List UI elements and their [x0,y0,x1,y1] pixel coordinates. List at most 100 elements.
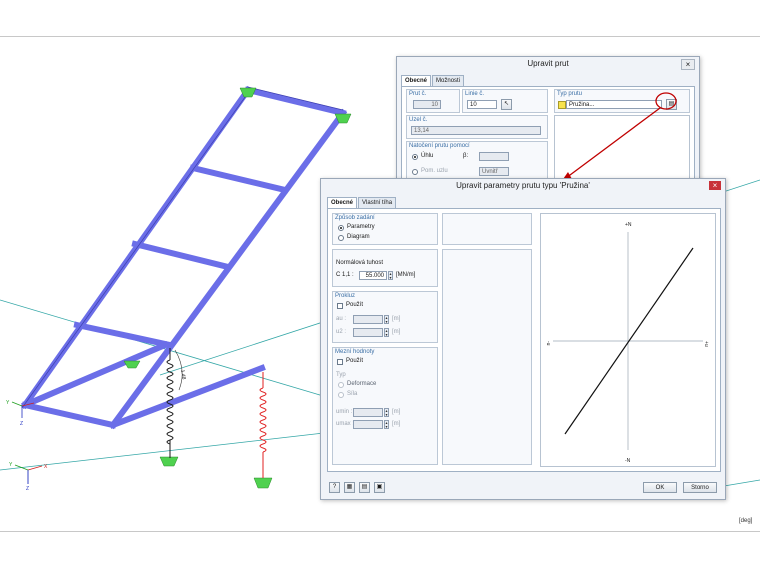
rotation-angle-radio[interactable] [412,154,418,160]
slack-u2-input[interactable] [353,328,383,337]
node-axis-y-label: Y [6,400,10,406]
dialog-title: Upravit parametry prutu typu 'Pružina' [456,181,590,190]
slack-u2-spinner[interactable]: ▴ ▾ [384,328,389,337]
limit-values-group: Mezní hodnoty Použít Typ Deformace Síla … [332,347,438,465]
tab-self-weight[interactable]: Vlastní tíha [358,197,397,208]
stiffness-label: Normálová tuhost [336,260,384,266]
tab-general[interactable]: Obecné [327,197,358,208]
member-no-field: 10 [413,100,441,109]
tab-general[interactable]: Obecné [401,75,432,86]
parameters-radio[interactable] [338,225,344,231]
rotation-label: Natočení prutu pomocí [409,143,470,149]
tab-content: Prut č. 10 Linie č. 10 ↖ Typ prutu Pruži… [401,86,695,187]
spring-diagram: +N -N -u +u [540,213,716,467]
slack-u2-label: u2 : [336,329,347,335]
limit-umax-spinner[interactable]: ▴ ▾ [384,420,389,429]
n-plus-label: +N [625,222,632,228]
close-button[interactable]: × [681,59,695,70]
limit-force-label: Síla [347,391,358,397]
tab-content: Způsob zadání Parametry Diagram Normálov… [327,208,721,472]
details-button[interactable]: ▦ [344,482,355,493]
tab-bar: Obecné Vlastní tíha [327,197,397,208]
tab-options[interactable]: Možnosti [432,75,465,86]
stiffness-unit: [MN/m] [396,272,416,278]
rotation-help-radio[interactable] [412,169,418,175]
input-method-group: Způsob zadání Parametry Diagram [332,213,438,245]
line-no-label: Linie č. [465,91,485,97]
limit-deformation-radio[interactable] [338,382,344,388]
rotation-angle-label: Úhlu [421,153,434,159]
limit-umax-input[interactable] [353,420,383,429]
open-button[interactable]: ▤ [359,482,370,493]
limit-umin-input[interactable] [353,408,383,417]
limit-use-checkbox[interactable] [337,359,343,365]
help-button[interactable]: ? [329,482,340,493]
slack-use-checkbox[interactable] [337,303,343,309]
member [21,401,117,429]
pick-line-icon[interactable]: ↖ [501,99,512,110]
member-type-group: Typ prutu Pružina... ▤ [554,89,690,113]
slack-u1-input[interactable] [353,315,383,324]
limit-values-label: Mezní hodnoty [335,349,375,355]
rotation-help-label: Pom. uzlu [421,168,448,174]
member [131,240,232,271]
edit-member-type-button[interactable]: ▤ [666,99,677,110]
limit-umin-unit: [m] [392,409,401,415]
spring-diagram-plot: +N -N -u +u [545,222,709,464]
stiffness-side-panel [442,249,532,465]
u-minus-label: -u [545,341,551,346]
plane-select[interactable]: Uvnitř [479,167,509,176]
limit-umax-label: umax : [336,421,355,427]
support-icon [253,477,273,489]
nodes-label: Uzel č. [409,117,428,123]
dialog-title: Upravit prut [527,59,569,68]
limit-force-radio[interactable] [338,392,344,398]
member [244,86,347,117]
slack-label: Prokluz [335,293,356,299]
member [189,164,289,194]
beta-field[interactable] [479,152,509,161]
input-method-label: Způsob zadání [335,215,375,221]
limit-deformation-label: Deformace [347,381,377,387]
rotation-group: Natočení prutu pomocí Úhlu β: Pom. uzlu … [406,141,548,183]
limit-umin-spinner[interactable]: ▴ ▾ [384,408,389,417]
dimension-label: 1.48 [179,369,187,380]
cancel-button[interactable]: Storno [683,482,717,493]
stiffness-spinner[interactable]: ▴ ▾ [388,271,393,280]
member-type-label: Typ prutu [557,91,583,97]
stiffness-input[interactable]: 55.000 [359,271,387,280]
parameters-label: Parametry [347,224,375,230]
beta-label: β: [463,153,469,159]
global-axis-y-label: Y [9,462,13,468]
spring-parameters-dialog: Upravit parametry prutu typu 'Pružina' ×… [320,178,726,500]
member-type-preview [554,115,690,183]
slack-u1-spinner[interactable]: ▴ ▾ [384,315,389,324]
nodes-group: Uzel č. 13,14 [406,115,548,139]
support-icon [159,456,179,467]
member-type-color-icon [558,101,566,109]
save-button[interactable]: ▣ [374,482,385,493]
member-no-label: Prut č. [409,91,427,97]
limit-umax-unit: [m] [392,421,401,427]
u-plus-label: +u [703,341,709,347]
edit-member-dialog: Upravit prut × Obecné Možnosti Prut č. 10… [396,56,700,188]
diagram-label: Diagram [347,234,370,240]
support-icon [123,360,141,369]
ok-button[interactable]: OK [643,482,677,493]
slack-u2-unit: [m] [392,329,401,335]
spring-red-icon [259,372,267,478]
slack-group: Prokluz Použít au : ▴ ▾ [m] u2 : ▴ ▾ [m] [332,291,438,343]
tab-bar: Obecné Možnosti [401,75,465,86]
member [73,321,174,349]
stiffness-symbol: C 1,1 : [336,272,354,278]
global-axis-z-label: Z [26,486,29,492]
stiffness-group: Normálová tuhost C 1,1 : 55.000 ▴ ▾ [MN/m… [332,249,438,287]
close-button[interactable]: × [709,181,721,190]
nodes-field: 13,14 [411,126,541,135]
global-axis-line [0,299,331,399]
member-type-select[interactable]: Pružina... [566,100,662,109]
n-minus-label: -N [625,458,631,464]
line-no-select[interactable]: 10 [467,100,497,109]
limit-umin-label: umin : [336,409,353,415]
diagram-radio[interactable] [338,235,344,241]
